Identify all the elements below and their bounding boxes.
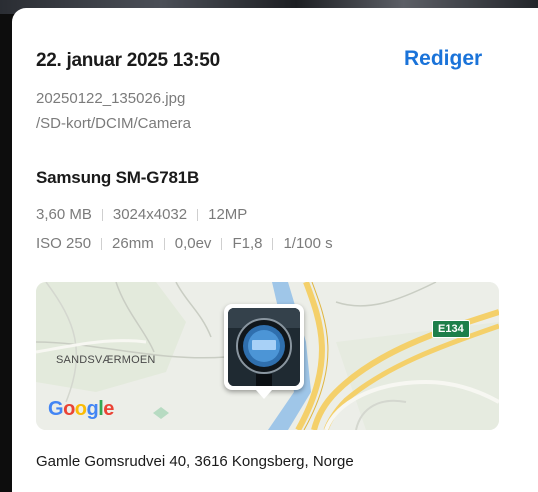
location-address: Gamle Gomsrudvei 40, 3616 Kongsberg, Nor… — [36, 453, 354, 470]
place-label: SANDSVÆRMOEN — [56, 354, 156, 366]
edit-button[interactable]: Rediger — [404, 47, 482, 71]
separator — [197, 208, 199, 221]
location-map[interactable]: E134 SANDSVÆRMOEN Google — [36, 282, 499, 430]
aperture: F1,8 — [232, 235, 263, 252]
resolution: 3024x4032 — [112, 206, 188, 223]
date-time-title: 22. januar 2025 13:50 — [36, 50, 220, 71]
shutter-speed: 1/100 s — [283, 235, 333, 252]
focal-length: 26mm — [112, 235, 154, 252]
megapixels: 12MP — [208, 206, 248, 223]
separator — [163, 237, 165, 250]
exposure-value: 0,0ev — [174, 235, 212, 252]
separator — [272, 237, 274, 250]
road-shield-e134: E134 — [432, 320, 470, 338]
separator — [101, 237, 103, 250]
file-name: 20250122_135026.jpg — [36, 90, 186, 107]
separator — [101, 208, 103, 221]
photo-thumbnail — [228, 308, 300, 386]
file-size: 3,60 MB — [36, 206, 92, 223]
iso-value: ISO 250 — [36, 235, 92, 252]
separator — [221, 237, 223, 250]
google-logo: Google — [48, 398, 114, 420]
photo-location-pin[interactable] — [224, 304, 304, 399]
file-path: /SD-kort/DCIM/Camera — [36, 115, 192, 132]
file-specs-row: 3,60 MB 3024x4032 12MP — [36, 206, 247, 223]
device-model: Samsung SM-G781B — [36, 168, 200, 187]
camera-specs-row: ISO 250 26mm 0,0ev F1,8 1/100 s — [36, 235, 333, 252]
